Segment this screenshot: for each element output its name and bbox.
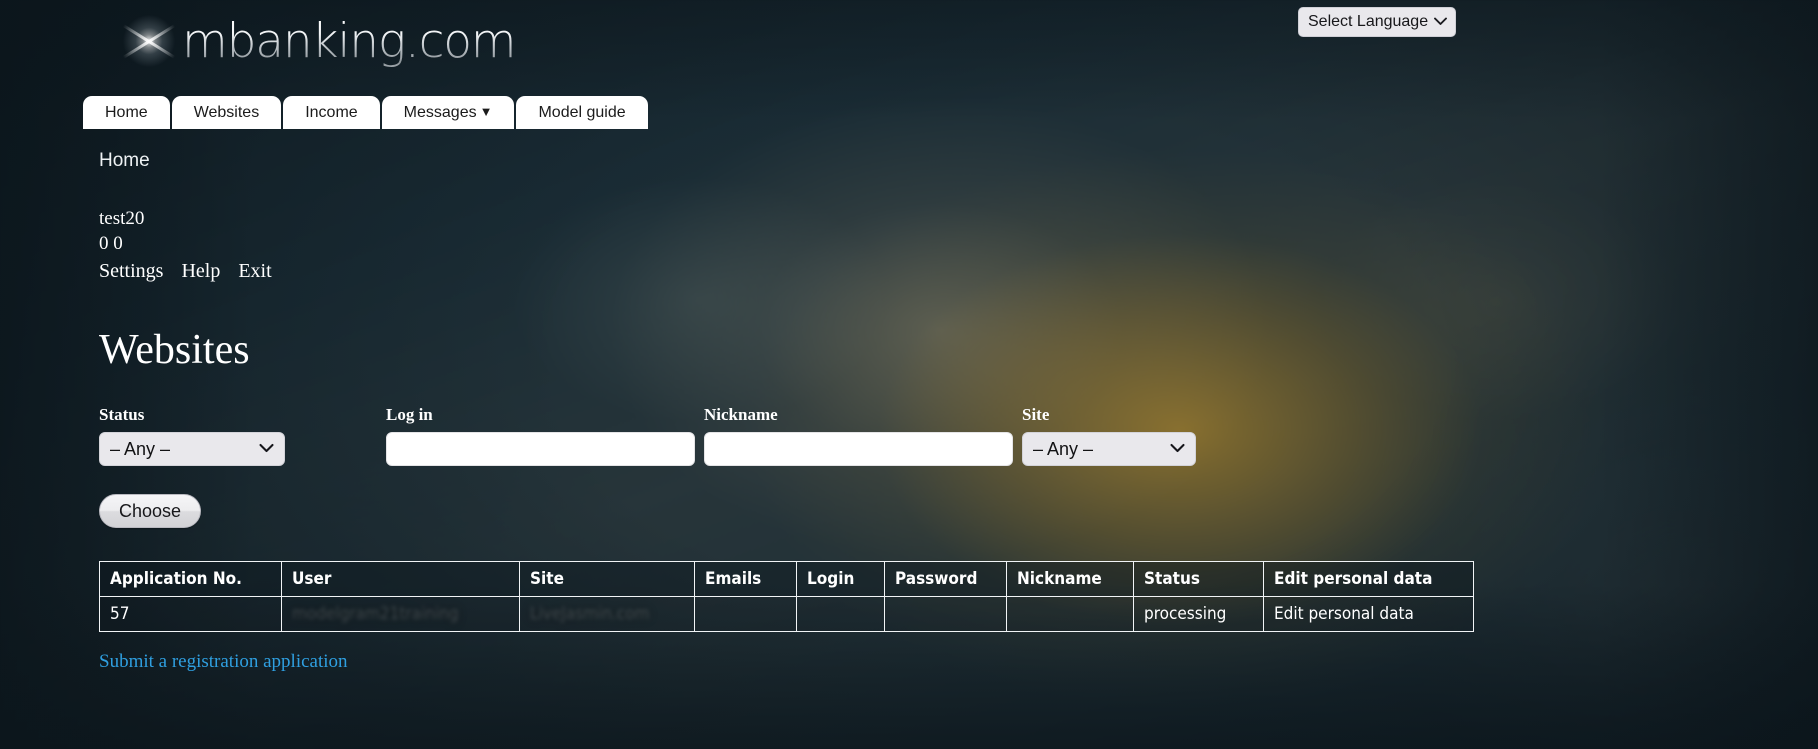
brand-name: mbanking.com bbox=[182, 14, 515, 69]
filter-site-label: Site bbox=[1022, 405, 1196, 425]
redacted-user-value: modelgram21training bbox=[292, 604, 459, 624]
site-select[interactable]: – Any – bbox=[1022, 432, 1196, 466]
cell-edit-personal-data[interactable]: Edit personal data bbox=[1264, 597, 1474, 632]
main-navigation: Home Websites Income Messages▼ Model gui… bbox=[83, 96, 648, 129]
column-header-emails: Emails bbox=[695, 562, 797, 597]
filter-status-label: Status bbox=[99, 405, 285, 425]
nav-tab-websites[interactable]: Websites bbox=[172, 96, 282, 129]
nav-tab-income[interactable]: Income bbox=[283, 96, 379, 129]
column-header-status: Status bbox=[1134, 562, 1264, 597]
column-header-user: User bbox=[282, 562, 520, 597]
site-logo[interactable]: mbanking.com bbox=[118, 5, 515, 77]
cell-nickname bbox=[1007, 597, 1134, 632]
account-link-help[interactable]: Help bbox=[181, 260, 220, 282]
account-link-settings[interactable]: Settings bbox=[99, 260, 163, 282]
status-select[interactable]: – Any – bbox=[99, 432, 285, 466]
column-header-nickname: Nickname bbox=[1007, 562, 1134, 597]
cell-user: modelgram21training bbox=[282, 597, 520, 632]
applications-table: Application No. User Site Emails Login P… bbox=[99, 561, 1474, 632]
choose-button[interactable]: Choose bbox=[99, 494, 201, 528]
column-header-site: Site bbox=[520, 562, 695, 597]
cell-status: processing bbox=[1134, 597, 1264, 632]
nav-tab-model-guide-label: Model guide bbox=[538, 104, 625, 121]
edit-personal-data-link[interactable]: Edit personal data bbox=[1274, 604, 1414, 624]
cell-login bbox=[797, 597, 885, 632]
nav-tab-messages-label: Messages bbox=[404, 104, 477, 121]
filter-site-control[interactable]: – Any – bbox=[1022, 432, 1196, 466]
chevron-down-icon: ▼ bbox=[480, 105, 493, 118]
cell-application-no: 57 bbox=[100, 597, 282, 632]
language-selector[interactable]: Select Language bbox=[1298, 7, 1456, 37]
main-content: Home test20 0 0 Settings Help Exit Websi… bbox=[99, 150, 1799, 673]
cell-site: LiveJasmin.com bbox=[520, 597, 695, 632]
page-root: Select Language mbanking.com Home Websit… bbox=[0, 0, 1818, 749]
filter-status: Status – Any – bbox=[99, 405, 285, 466]
account-link-exit[interactable]: Exit bbox=[238, 260, 271, 282]
redacted-site-value: LiveJasmin.com bbox=[530, 604, 649, 624]
nav-tab-messages[interactable]: Messages▼ bbox=[382, 96, 515, 129]
filter-nickname: Nickname bbox=[704, 405, 1013, 466]
nav-tab-income-label: Income bbox=[305, 104, 357, 121]
column-header-password: Password bbox=[885, 562, 1007, 597]
breadcrumb: Home bbox=[99, 150, 1799, 172]
account-stats: 0 0 bbox=[99, 231, 1799, 256]
filter-login: Log in bbox=[386, 405, 695, 466]
column-header-application-no: Application No. bbox=[100, 562, 282, 597]
account-links: Settings Help Exit bbox=[99, 260, 1799, 283]
table-row: 57 modelgram21training LiveJasmin.com pr… bbox=[100, 597, 1474, 632]
account-username: test20 bbox=[99, 206, 1799, 231]
language-select[interactable]: Select Language bbox=[1298, 7, 1456, 37]
filter-login-label: Log in bbox=[386, 405, 695, 425]
filter-nickname-label: Nickname bbox=[704, 405, 1013, 425]
nickname-input[interactable] bbox=[704, 432, 1013, 466]
account-summary: test20 0 0 bbox=[99, 206, 1799, 256]
nav-tab-home[interactable]: Home bbox=[83, 96, 170, 129]
login-input[interactable] bbox=[386, 432, 695, 466]
column-header-login: Login bbox=[797, 562, 885, 597]
table-header-row: Application No. User Site Emails Login P… bbox=[100, 562, 1474, 597]
nav-tab-home-label: Home bbox=[105, 104, 148, 121]
filter-status-control[interactable]: – Any – bbox=[99, 432, 285, 466]
nav-tab-websites-label: Websites bbox=[194, 104, 260, 121]
nav-tab-model-guide[interactable]: Model guide bbox=[516, 96, 647, 129]
filter-form: Status – Any – Log in Nickname bbox=[99, 405, 1799, 466]
submit-registration-link[interactable]: Submit a registration application bbox=[99, 651, 348, 673]
star-burst-icon bbox=[118, 10, 180, 72]
cell-emails bbox=[695, 597, 797, 632]
cell-password bbox=[885, 597, 1007, 632]
column-header-edit-personal-data: Edit personal data bbox=[1264, 562, 1474, 597]
filter-site: Site – Any – bbox=[1022, 405, 1196, 466]
page-title: Websites bbox=[99, 327, 1799, 373]
